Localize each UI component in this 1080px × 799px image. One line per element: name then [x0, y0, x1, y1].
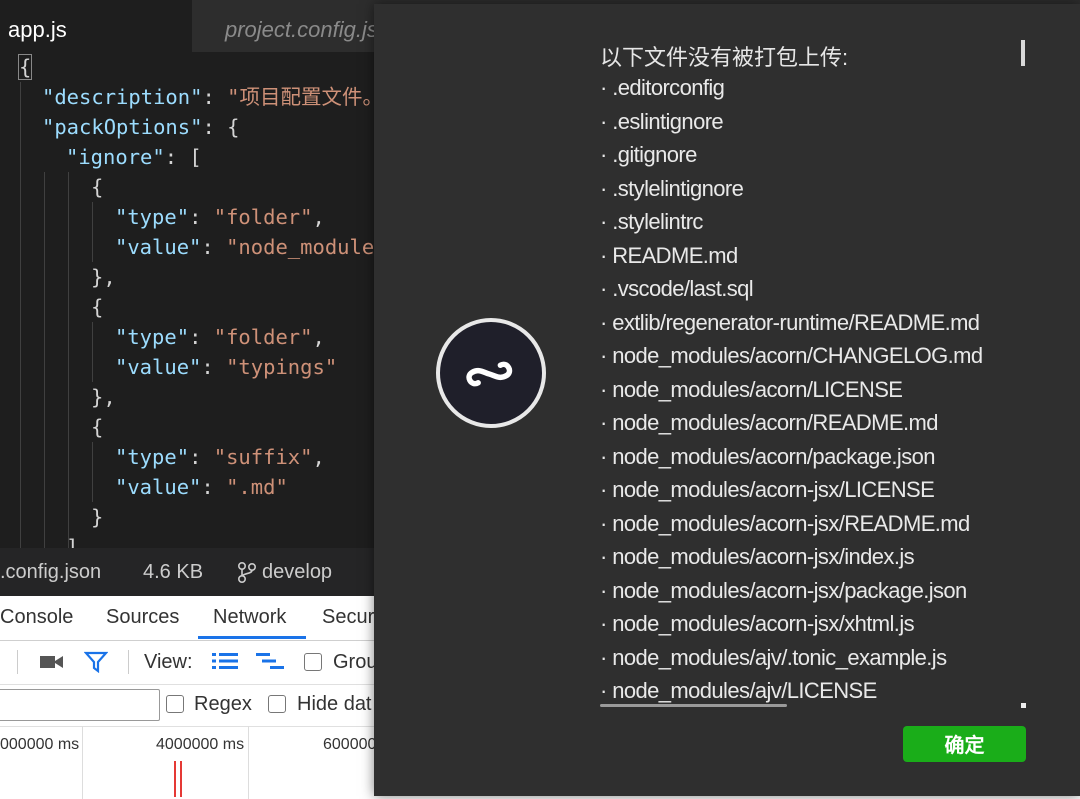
- file-list-item: · README.md: [600, 242, 738, 268]
- regex-label: Regex: [194, 693, 252, 715]
- file-list-item: · .stylelintignore: [600, 175, 744, 201]
- tab-sources[interactable]: Sources: [106, 606, 179, 629]
- file-list-item: · .stylelintrc: [600, 209, 703, 234]
- git-branch-icon: [236, 560, 258, 590]
- file-list-item: · node_modules/acorn/package.json: [600, 443, 935, 469]
- file-list-item: · .eslintignore: [600, 108, 724, 134]
- tab-app-js[interactable]: app.js: [0, 0, 192, 52]
- group-label: Grou: [333, 651, 378, 673]
- code-line: ]: [66, 535, 79, 548]
- file-list-item: · .gitignore: [600, 142, 697, 167]
- view-label: View:: [144, 651, 193, 673]
- file-list-item: · node_modules/acorn/README.md: [600, 410, 938, 435]
- waterfall-icon[interactable]: [256, 651, 286, 677]
- status-file-name: .config.json: [0, 561, 102, 583]
- code-line: "type": "folder",: [115, 325, 325, 349]
- filter-icon[interactable]: [83, 651, 109, 679]
- large-rows-icon[interactable]: [212, 651, 238, 677]
- status-branch[interactable]: develop: [262, 561, 332, 584]
- horizontal-scrollbar[interactable]: [600, 704, 787, 707]
- tab-security[interactable]: Secur: [322, 606, 374, 629]
- hide-data-label: Hide dat: [297, 693, 372, 715]
- file-list-item: · node_modules/acorn-jsx/package.json: [600, 577, 967, 603]
- tab-console[interactable]: Console: [0, 606, 73, 629]
- active-tab-indicator: [198, 636, 306, 639]
- code-line: },: [91, 385, 116, 409]
- file-list-item: · node_modules/acorn-jsx/xhtml.js: [600, 611, 915, 636]
- file-list-item: · node_modules/acorn-jsx/LICENSE: [600, 477, 935, 502]
- status-file-size: 4.6 KB: [143, 561, 204, 583]
- timeline-tick: 4000000 ms: [156, 736, 245, 753]
- file-list-item: · extlib/regenerator-runtime/README.md: [600, 309, 980, 335]
- confirm-button[interactable]: 确定: [903, 726, 1026, 762]
- unpacked-file-list[interactable]: · .editorconfig · .eslintignore · .gitigno…: [600, 71, 1060, 707]
- code-line: {: [91, 175, 104, 199]
- hide-data-urls-checkbox[interactable]: [268, 695, 286, 713]
- timeline-tick: 600000: [323, 736, 377, 753]
- code-line: "packOptions": {: [42, 115, 240, 139]
- code-line: "ignore": [: [66, 145, 202, 169]
- timeline-marker: [174, 761, 176, 797]
- file-list-item: · node_modules/ajv/LICENSE: [600, 678, 877, 703]
- mini-program-logo-icon: [435, 317, 547, 429]
- code-line: },: [91, 265, 116, 289]
- file-list-item: · node_modules/ajv/.tonic_example.js: [600, 644, 947, 670]
- group-checkbox[interactable]: [304, 653, 322, 671]
- file-list-item: · .vscode/last.sql: [600, 276, 754, 301]
- tab-project-config[interactable]: project.config.js: [192, 0, 382, 52]
- code-line: }: [91, 505, 104, 529]
- dialog-title: 以下文件没有被打包上传:: [600, 45, 849, 70]
- upload-warning-dialog: 以下文件没有被打包上传: · .editorconfig · .eslintign…: [374, 4, 1080, 796]
- filter-input[interactable]: [0, 689, 160, 721]
- code-line: {: [91, 415, 104, 439]
- scrollbar-thumb[interactable]: [1021, 40, 1025, 66]
- tab-network[interactable]: Network: [213, 606, 286, 629]
- code-line: "value": "typings": [115, 355, 338, 379]
- timeline-tick: 000000 ms: [0, 736, 80, 753]
- code-line: {: [17, 54, 33, 80]
- video-camera-icon[interactable]: [40, 653, 64, 677]
- file-list-item: · node_modules/acorn/CHANGELOG.md: [600, 343, 983, 368]
- code-line: "type": "folder",: [115, 205, 325, 229]
- code-line: "value": ".md": [115, 475, 288, 499]
- regex-checkbox[interactable]: [166, 695, 184, 713]
- code-line: {: [91, 295, 104, 319]
- file-list-item: · node_modules/acorn/LICENSE: [600, 376, 903, 402]
- file-list-item: · .editorconfig: [600, 75, 725, 100]
- file-list-item: · node_modules/acorn-jsx/index.js: [600, 544, 915, 569]
- code-line: "value": "node_modules: [115, 235, 387, 259]
- timeline-marker: [180, 761, 182, 797]
- resize-dot: [1021, 703, 1026, 708]
- code-line: "type": "suffix",: [115, 445, 325, 469]
- file-list-item: · node_modules/acorn-jsx/README.md: [600, 510, 970, 536]
- code-line: "description": "项目配置文件。: [42, 85, 383, 109]
